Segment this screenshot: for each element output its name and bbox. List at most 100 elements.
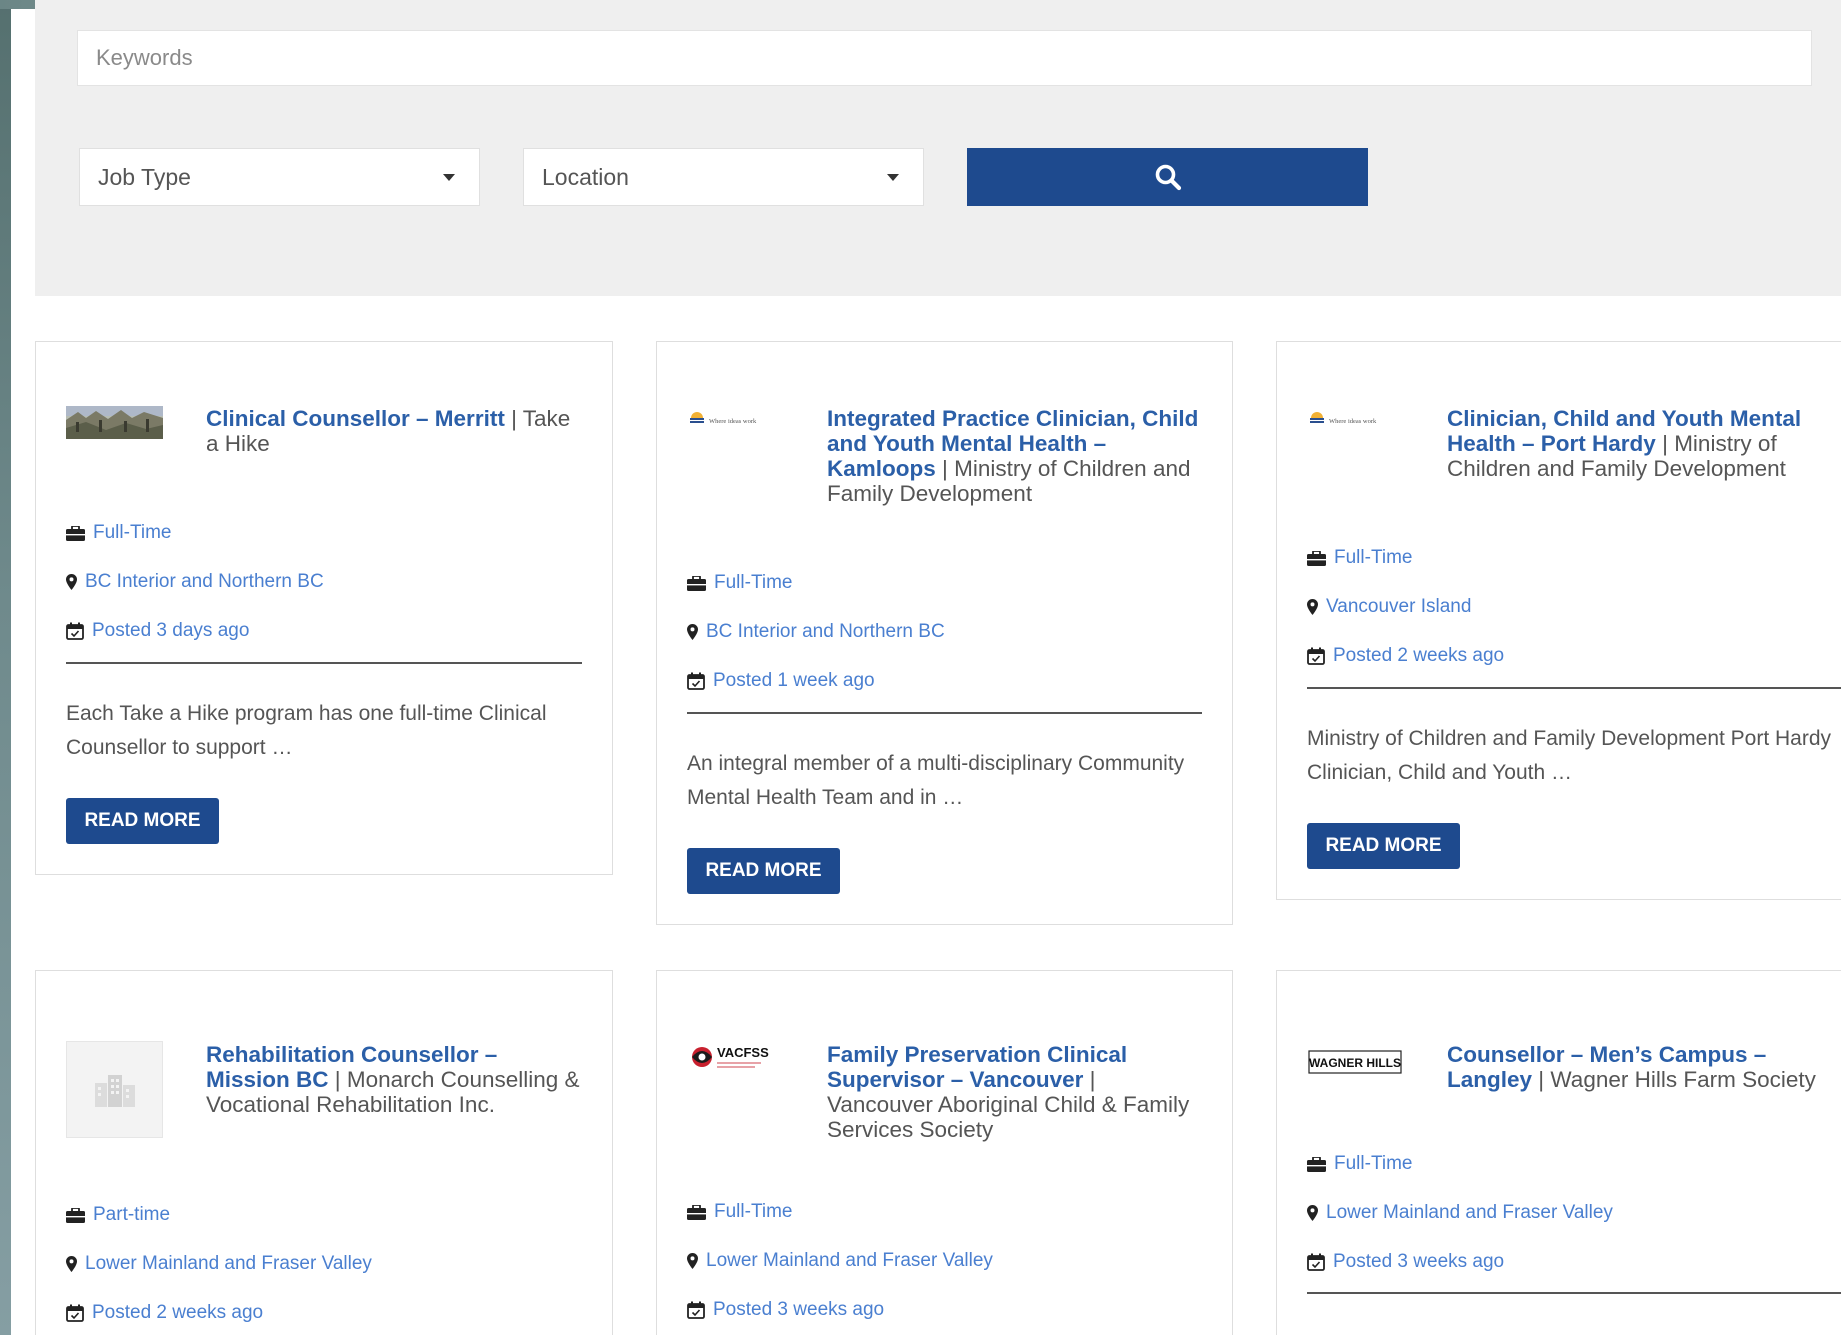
map-marker-icon <box>1307 1205 1318 1221</box>
briefcase-icon <box>66 1207 85 1223</box>
posted-row: Posted 2 weeks ago <box>1307 645 1504 667</box>
read-more-button[interactable]: READ MORE <box>1307 823 1460 869</box>
bc-government-logo: Where ideas work <box>687 406 784 439</box>
card-divider <box>1307 687 1841 689</box>
job-card: Where ideas work Clinician, Child and Yo… <box>1276 341 1841 900</box>
briefcase-icon <box>1307 1156 1326 1172</box>
job-excerpt: Each Take a Hike program has one full-ti… <box>66 702 547 759</box>
card-divider <box>687 712 1202 714</box>
job-card: Clinical Counsellor – Merritt | Take a H… <box>35 341 613 875</box>
posted-text: Posted 3 weeks ago <box>713 1299 885 1320</box>
job-type-select-label: Job Type <box>98 163 191 190</box>
read-more-button[interactable]: READ MORE <box>687 848 840 894</box>
svg-text:WAGNER HILLS: WAGNER HILLS <box>1309 1056 1401 1070</box>
job-type-row: Full-Time <box>687 572 792 594</box>
job-type-text[interactable]: Full-Time <box>714 1201 792 1223</box>
employer-name: Vancouver Aboriginal Child & Family Serv… <box>827 1092 1190 1142</box>
location-row: BC Interior and Northern BC <box>66 571 324 593</box>
job-type-text[interactable]: Full-Time <box>714 572 792 594</box>
job-title-block: Clinical Counsellor – Merritt | Take a H… <box>206 406 584 456</box>
posted-text: Posted 3 days ago <box>92 620 250 641</box>
job-type-row: Full-Time <box>1307 1153 1412 1175</box>
job-type-text[interactable]: Part-time <box>93 1204 170 1226</box>
take-a-hike-logo <box>66 406 163 439</box>
wagner-hills-logo: WAGNER HILLS <box>1307 1047 1404 1080</box>
location-row: Lower Mainland and Fraser Valley <box>1307 1202 1613 1224</box>
search-icon <box>1155 164 1181 191</box>
briefcase-icon <box>1307 550 1326 566</box>
svg-text:Where ideas work: Where ideas work <box>1329 418 1377 425</box>
posted-row: Posted 3 days ago <box>66 620 249 642</box>
caret-down-icon <box>887 173 899 181</box>
posted-row: Posted 3 weeks ago <box>687 1299 884 1321</box>
posted-text: Posted 2 weeks ago <box>92 1302 264 1323</box>
job-type-text[interactable]: Full-Time <box>1334 547 1412 569</box>
svg-text:Where ideas work: Where ideas work <box>709 418 757 425</box>
bc-government-logo: Where ideas work <box>1307 406 1404 439</box>
placeholder-logo <box>66 1041 163 1138</box>
location-text[interactable]: Lower Mainland and Fraser Valley <box>1326 1202 1613 1224</box>
svg-text:VACFSS: VACFSS <box>717 1045 769 1060</box>
calendar-icon <box>66 622 84 640</box>
read-more-button[interactable]: READ MORE <box>66 798 219 844</box>
job-card: VACFSS Family Preservation Clinical Supe… <box>656 970 1233 1335</box>
job-title-block: Counsellor – Men’s Campus – Langley | Wa… <box>1447 1042 1841 1092</box>
job-title-link[interactable]: Family Preservation Clinical Supervisor … <box>827 1042 1127 1092</box>
map-marker-icon <box>66 574 77 590</box>
job-type-row: Full-Time <box>66 522 171 544</box>
card-divider <box>66 662 582 664</box>
employer-name: Wagner Hills Farm Society <box>1550 1067 1816 1092</box>
job-type-text[interactable]: Full-Time <box>93 522 171 544</box>
job-title-block: Rehabilitation Counsellor – Mission BC |… <box>206 1042 584 1117</box>
location-select-label: Location <box>542 163 629 190</box>
posted-row: Posted 3 weeks ago <box>1307 1251 1504 1273</box>
location-row: Lower Mainland and Fraser Valley <box>687 1250 993 1272</box>
card-divider <box>1307 1292 1841 1294</box>
map-marker-icon <box>1307 599 1318 615</box>
location-row: BC Interior and Northern BC <box>687 621 945 643</box>
job-excerpt: An integral member of a multi-disciplina… <box>687 752 1185 809</box>
location-text[interactable]: Lower Mainland and Fraser Valley <box>85 1253 372 1275</box>
job-type-text[interactable]: Full-Time <box>1334 1153 1412 1175</box>
location-select[interactable]: Location <box>523 148 924 206</box>
window-backdrop-left <box>0 0 11 1335</box>
briefcase-icon <box>66 525 85 541</box>
map-marker-icon <box>687 624 698 640</box>
job-excerpt: Ministry of Children and Family Developm… <box>1307 727 1832 784</box>
posted-row: Posted 1 week ago <box>687 670 875 692</box>
posted-text: Posted 3 weeks ago <box>1333 1251 1505 1272</box>
title-separator: | <box>942 456 955 481</box>
calendar-icon <box>1307 1253 1325 1271</box>
location-text[interactable]: Lower Mainland and Fraser Valley <box>706 1250 993 1272</box>
building-icon <box>94 1074 135 1107</box>
keywords-input[interactable] <box>77 30 1812 86</box>
job-title-link[interactable]: Clinical Counsellor – Merritt <box>206 406 505 431</box>
title-separator: | <box>1089 1067 1096 1092</box>
title-separator: | <box>334 1067 347 1092</box>
map-marker-icon <box>687 1253 698 1269</box>
map-marker-icon <box>66 1256 77 1272</box>
title-separator: | <box>511 406 523 431</box>
posted-text: Posted 1 week ago <box>713 670 875 691</box>
posted-row: Posted 2 weeks ago <box>66 1302 263 1324</box>
calendar-icon <box>66 1304 84 1322</box>
job-card: WAGNER HILLS Counsellor – Men’s Campus –… <box>1276 970 1841 1335</box>
job-card: Rehabilitation Counsellor – Mission BC |… <box>35 970 613 1335</box>
calendar-icon <box>1307 647 1325 665</box>
job-title-block: Family Preservation Clinical Supervisor … <box>827 1042 1204 1142</box>
job-type-row: Part-time <box>66 1204 170 1226</box>
location-row: Lower Mainland and Fraser Valley <box>66 1253 372 1275</box>
job-title-block: Clinician, Child and Youth Mental Health… <box>1447 406 1841 481</box>
posted-text: Posted 2 weeks ago <box>1333 645 1505 666</box>
location-text[interactable]: Vancouver Island <box>1326 596 1471 618</box>
location-text[interactable]: BC Interior and Northern BC <box>706 621 945 643</box>
job-card: Where ideas work Integrated Practice Cli… <box>656 341 1233 925</box>
location-row: Vancouver Island <box>1307 596 1471 618</box>
vacfss-logo: VACFSS <box>687 1043 784 1076</box>
search-button[interactable] <box>967 148 1368 206</box>
location-text[interactable]: BC Interior and Northern BC <box>85 571 324 593</box>
caret-down-icon <box>443 173 455 181</box>
job-type-select[interactable]: Job Type <box>79 148 480 206</box>
job-type-row: Full-Time <box>1307 547 1412 569</box>
briefcase-icon <box>687 1204 706 1220</box>
